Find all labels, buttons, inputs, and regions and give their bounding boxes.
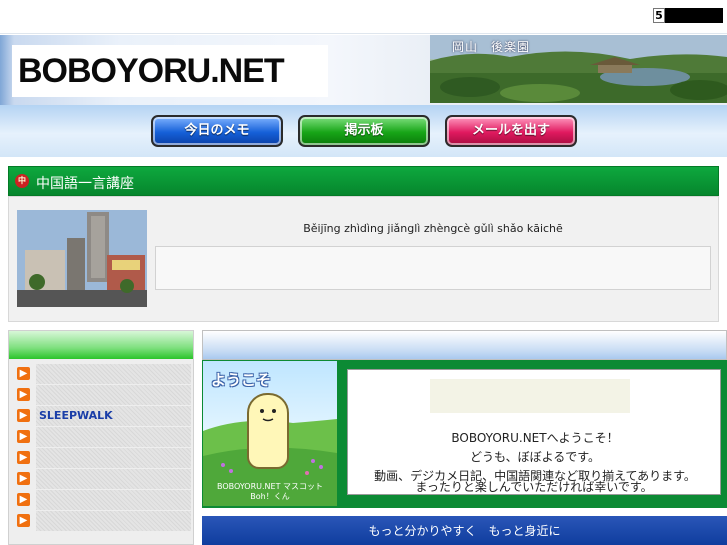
mascot-face <box>260 409 276 422</box>
bulletin-board-button[interactable]: 掲示板 <box>298 115 430 147</box>
send-mail-button[interactable]: メールを出す <box>445 115 577 147</box>
china-badge-icon: 中 <box>15 174 29 188</box>
mascot-caption-line2: Boh！くん <box>250 492 290 501</box>
mascot-caption-line1: BOBOYORU.NET マスコット <box>216 482 324 491</box>
arrow-right-icon: ▶ <box>17 451 30 464</box>
arrow-right-icon: ▶ <box>17 514 30 527</box>
sidebar-item-bar[interactable] <box>36 385 191 405</box>
access-counter: 5 <box>653 8 723 23</box>
welcome-message-box: BOBOYORU.NETへようこそ！ どうも、ぼぼよるです。 動画、デジカメ日記… <box>347 369 721 495</box>
header-photo: 岡山 後楽園 <box>430 35 727 103</box>
page: 5 BOBOYORU.NET 岡山 後楽園 今日のメモ 掲示板 メールを出す 中… <box>0 0 727 545</box>
main-content-header <box>202 330 727 360</box>
site-logo[interactable]: BOBOYORU.NET <box>18 52 285 91</box>
sidebar-item-bar[interactable] <box>36 364 191 384</box>
sidebar-item-bar[interactable] <box>36 511 191 531</box>
arrow-right-icon: ▶ <box>17 493 30 506</box>
mascot-caption: BOBOYORU.NET マスコット Boh！くん <box>203 482 337 502</box>
site-header: BOBOYORU.NET 岡山 後楽園 <box>0 35 727 105</box>
chinese-lesson-title: 中国語一言講座 <box>36 176 134 192</box>
slogan-text: もっと分かりやすく もっと身近に <box>368 524 561 538</box>
sidebar: ▶ ▶ ▶ SLEEPWALK ▶ ▶ ▶ ▶ ▶ <box>8 330 194 545</box>
sidebar-item-bar[interactable] <box>36 427 191 447</box>
arrow-right-icon: ▶ <box>17 388 30 401</box>
sidebar-item[interactable]: ▶ <box>9 510 193 531</box>
mascot-character <box>247 393 289 469</box>
top-strip: 5 <box>0 0 727 34</box>
photo-caption: 岡山 後楽園 <box>452 40 531 54</box>
sidebar-item[interactable]: ▶ <box>9 363 193 384</box>
counter-digit: 5 <box>653 8 665 23</box>
welcome-banner <box>430 379 630 413</box>
translation-box <box>155 246 711 290</box>
sidebar-item-bar[interactable] <box>36 469 191 489</box>
chinese-lesson-body: Běijīng zhìdìng jiǎnglì zhèngcè gǔlì shǎ… <box>8 196 719 322</box>
slogan-bar: もっと分かりやすく もっと身近に <box>202 516 727 545</box>
todays-memo-button[interactable]: 今日のメモ <box>151 115 283 147</box>
pinyin-sentence: Běijīng zhìdìng jiǎnglì zhèngcè gǔlì shǎ… <box>303 222 563 235</box>
main-nav: 今日のメモ 掲示板 メールを出す <box>0 105 727 157</box>
welcome-line-2: どうも、ぼぼよるです。 <box>469 450 601 464</box>
sidebar-item[interactable]: ▶ <box>9 468 193 489</box>
mascot-panel: ようこそ BOBOYORU.NET マスコット Boh！くん <box>203 361 337 506</box>
sidebar-item-sleepwalk[interactable]: ▶ SLEEPWALK <box>9 405 193 426</box>
sidebar-item[interactable]: ▶ <box>9 426 193 447</box>
arrow-right-icon: ▶ <box>17 472 30 485</box>
arrow-right-icon: ▶ <box>17 430 30 443</box>
city-photo <box>17 210 147 307</box>
counter-redacted <box>665 8 723 23</box>
sidebar-item[interactable]: ▶ <box>9 489 193 510</box>
sidebar-item-bar[interactable]: SLEEPWALK <box>36 406 191 426</box>
welcome-line-1: BOBOYORU.NETへようこそ！ <box>451 431 619 445</box>
sidebar-item-bar[interactable] <box>36 448 191 468</box>
sidebar-item[interactable]: ▶ <box>9 447 193 468</box>
city-photo-image <box>17 210 147 307</box>
sidebar-item-label[interactable]: SLEEPWALK <box>39 409 113 422</box>
chinese-lesson-header: 中 中国語一言講座 <box>8 166 719 196</box>
sidebar-item-bar[interactable] <box>36 490 191 510</box>
arrow-right-icon: ▶ <box>17 409 30 422</box>
sidebar-item[interactable]: ▶ <box>9 384 193 405</box>
arrow-right-icon: ▶ <box>17 367 30 380</box>
welcome-heading: ようこそ <box>211 371 272 389</box>
welcome-line-4: まったりと楽しんでいただければ幸いです。 <box>415 480 653 494</box>
sidebar-header <box>9 331 193 359</box>
